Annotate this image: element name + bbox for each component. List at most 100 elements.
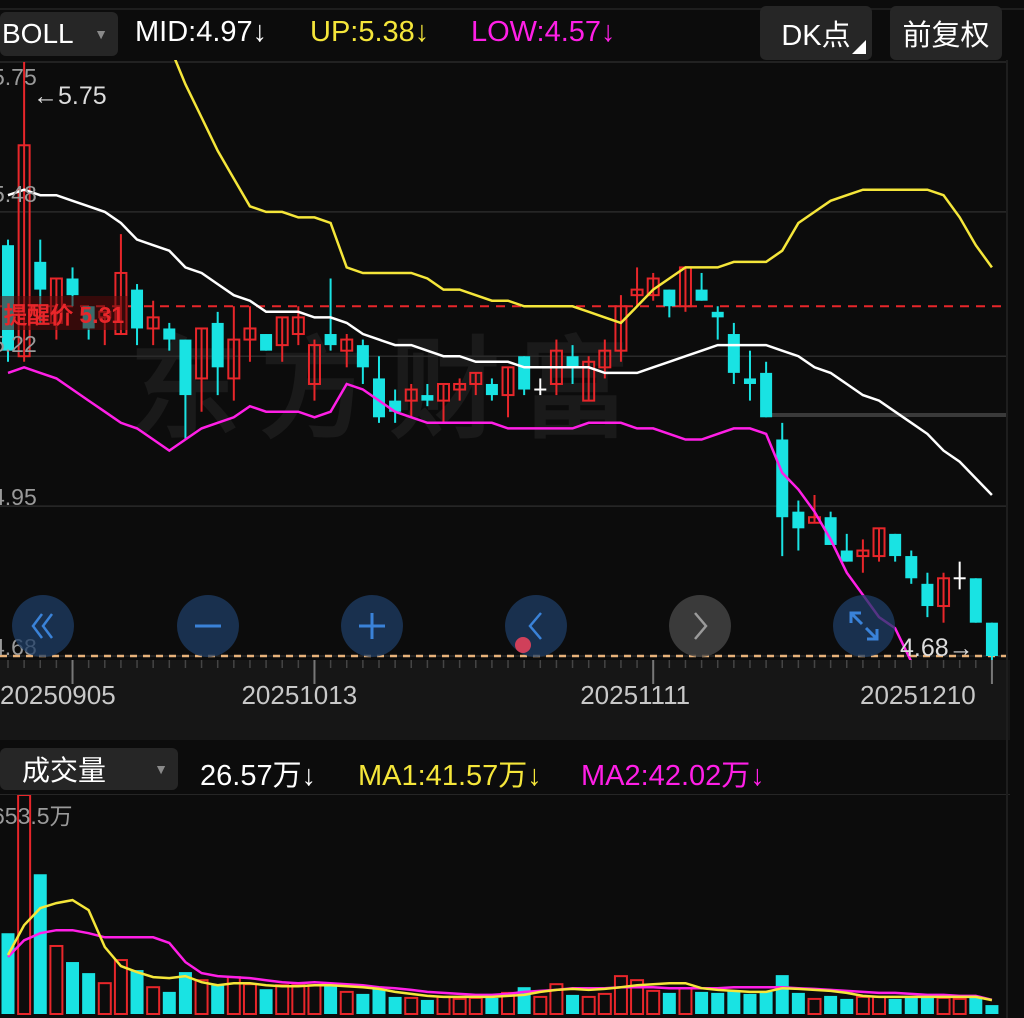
candle xyxy=(614,295,628,362)
candle xyxy=(856,539,870,573)
candle xyxy=(534,378,547,396)
plus-icon xyxy=(359,613,385,639)
candle-body xyxy=(969,578,982,623)
volume-bar xyxy=(66,962,80,1014)
forward-adjust-label: 前复权 xyxy=(902,20,990,52)
candle xyxy=(985,622,998,660)
volume-bar xyxy=(339,990,354,1015)
price-axis-label: 5.22 xyxy=(0,331,37,357)
forward-adjust-button[interactable]: 前复权 xyxy=(890,6,1002,60)
candle xyxy=(307,339,321,401)
candle xyxy=(776,422,789,557)
candle xyxy=(501,366,515,418)
volume-bar xyxy=(194,979,209,1015)
candle xyxy=(356,339,369,384)
candle-body xyxy=(663,289,676,307)
date-label: 20251013 xyxy=(241,680,358,710)
volume-value: 26.57万↓ xyxy=(200,752,316,794)
candle xyxy=(969,578,982,623)
candle xyxy=(437,382,451,423)
prev-button[interactable] xyxy=(505,595,567,657)
candle xyxy=(792,500,805,551)
ma1-text: MA1:41.57万 xyxy=(358,760,528,792)
double-chevron-left-icon xyxy=(31,613,53,639)
date-label: 20251111 xyxy=(580,680,691,710)
volume-bar xyxy=(646,989,661,1015)
date-axis-ticks xyxy=(7,660,993,684)
candle xyxy=(421,383,434,407)
volume-ma1-value: MA1:41.57万↓ xyxy=(358,752,542,794)
candle xyxy=(872,527,886,562)
volume-select-label: 成交量 xyxy=(22,755,107,786)
volume-indicator-select[interactable]: 成交量 ▼ xyxy=(0,748,178,790)
volume-bar xyxy=(695,991,709,1014)
volume-bar xyxy=(533,995,548,1015)
dk-point-label: DK点 xyxy=(781,20,851,52)
volume-bar xyxy=(807,997,822,1015)
down-arrow-icon: ↓ xyxy=(414,16,430,48)
volume-bar xyxy=(904,996,918,1014)
volume-bar xyxy=(824,995,838,1014)
candle xyxy=(953,561,966,590)
volume-bar xyxy=(727,990,741,1014)
price-axis-label: 5.48 xyxy=(0,181,37,207)
down-arrow-icon: ↓ xyxy=(750,760,765,792)
rewind-button[interactable] xyxy=(12,595,74,657)
candle-body xyxy=(179,339,192,396)
caret-down-icon: ▼ xyxy=(94,26,108,42)
volume-bar xyxy=(436,995,451,1015)
indicator-select[interactable]: BOLL ▼ xyxy=(0,12,118,56)
candle xyxy=(275,316,289,362)
volume-bar xyxy=(388,996,402,1014)
volume-bar xyxy=(211,985,225,1014)
volume-bar xyxy=(613,975,628,1015)
price-axis-label: 5.75 xyxy=(0,64,37,90)
boll-upper-line xyxy=(174,60,993,325)
volume-ma2-line xyxy=(7,928,993,1002)
candle-body xyxy=(985,622,998,656)
date-label: 20250905 xyxy=(0,680,116,710)
candle-body xyxy=(889,533,902,557)
candle xyxy=(227,306,241,401)
next-button[interactable] xyxy=(669,595,731,657)
candle xyxy=(179,339,192,440)
volume-bar xyxy=(324,985,338,1014)
fullscreen-button[interactable] xyxy=(833,595,895,657)
volume-bar xyxy=(452,997,467,1015)
volume-bar xyxy=(840,998,854,1014)
candle-body xyxy=(905,556,918,579)
volume-bar xyxy=(130,970,144,1014)
volume-bar xyxy=(49,944,64,1016)
candle xyxy=(243,306,257,362)
candle xyxy=(404,383,418,418)
volume-bar xyxy=(597,992,612,1015)
price-axis-label: 4.95 xyxy=(0,484,37,510)
zoom-in-button[interactable] xyxy=(341,595,403,657)
volume-bar xyxy=(97,982,112,1015)
volume-bar xyxy=(485,997,499,1014)
candle-body xyxy=(211,322,224,368)
candle xyxy=(195,327,209,412)
volume-bar xyxy=(743,993,757,1014)
mid-text: MID:4.97 xyxy=(135,16,253,48)
volume-ma1-line xyxy=(6,898,993,1002)
candle-body xyxy=(131,289,144,329)
up-text: UP:5.38 xyxy=(310,16,415,48)
low-text: LOW:4.57 xyxy=(471,16,602,48)
candle-body xyxy=(760,372,773,418)
volume-bar xyxy=(872,995,887,1015)
alert-price-label[interactable]: 提醒价 5.31 xyxy=(0,296,129,330)
down-arrow-icon: ↓ xyxy=(527,760,542,792)
zoom-out-button[interactable] xyxy=(177,595,239,657)
volume-text: 26.57万 xyxy=(200,760,302,792)
candle xyxy=(131,284,144,346)
dk-point-button[interactable]: DK点 xyxy=(760,6,872,60)
candle xyxy=(905,550,918,584)
candle xyxy=(211,311,224,396)
volume-bar xyxy=(985,1005,999,1014)
volume-bar xyxy=(242,983,257,1015)
candle xyxy=(582,356,596,402)
volume-bar xyxy=(678,987,693,1015)
volume-bar xyxy=(372,989,386,1014)
volume-bar xyxy=(82,973,96,1014)
